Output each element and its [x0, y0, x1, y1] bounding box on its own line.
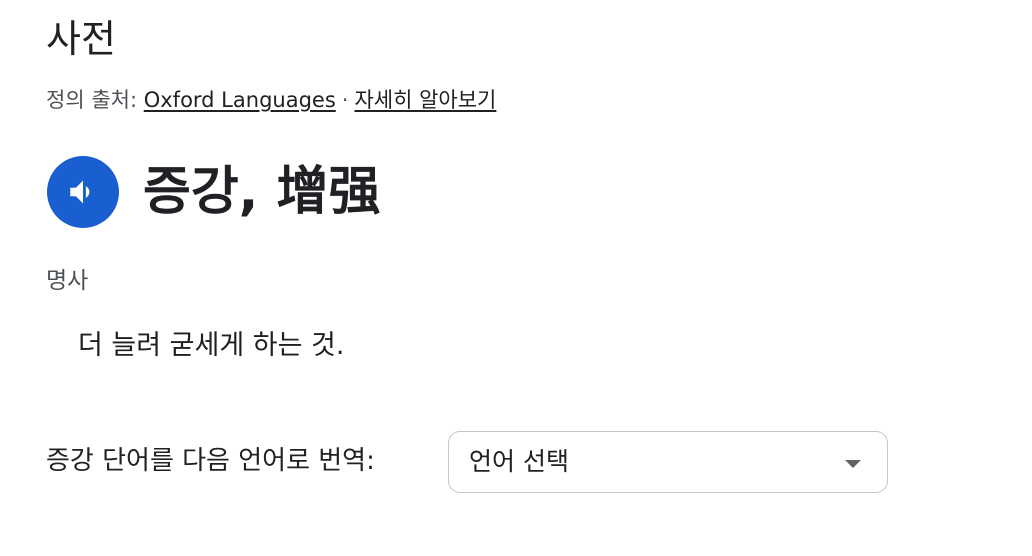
language-select[interactable]: 언어 선택	[448, 431, 888, 493]
part-of-speech: 명사	[46, 268, 89, 294]
caret-down-icon	[845, 460, 861, 468]
learn-more-link[interactable]: 자세히 알아보기	[354, 88, 496, 112]
language-select-value: 언어 선택	[469, 447, 569, 476]
speaker-icon	[70, 180, 90, 204]
dictionary-card: 사전 정의 출처: Oxford Languages · 자세히 알아보기 증강, …	[0, 0, 1032, 556]
translate-label: 증강 단어를 다음 언어로 번역:	[46, 446, 375, 476]
pronounce-button[interactable]	[47, 156, 119, 228]
definition-text: 더 늘려 굳세게 하는 것.	[78, 330, 345, 361]
source-separator: ·	[341, 88, 349, 112]
oxford-languages-link[interactable]: Oxford Languages	[144, 88, 336, 112]
definition-source: 정의 출처: Oxford Languages · 자세히 알아보기	[46, 86, 496, 114]
section-title: 사전	[46, 17, 116, 61]
headword: 증강, 增强	[143, 162, 381, 222]
source-prefix: 정의 출처:	[46, 88, 144, 112]
